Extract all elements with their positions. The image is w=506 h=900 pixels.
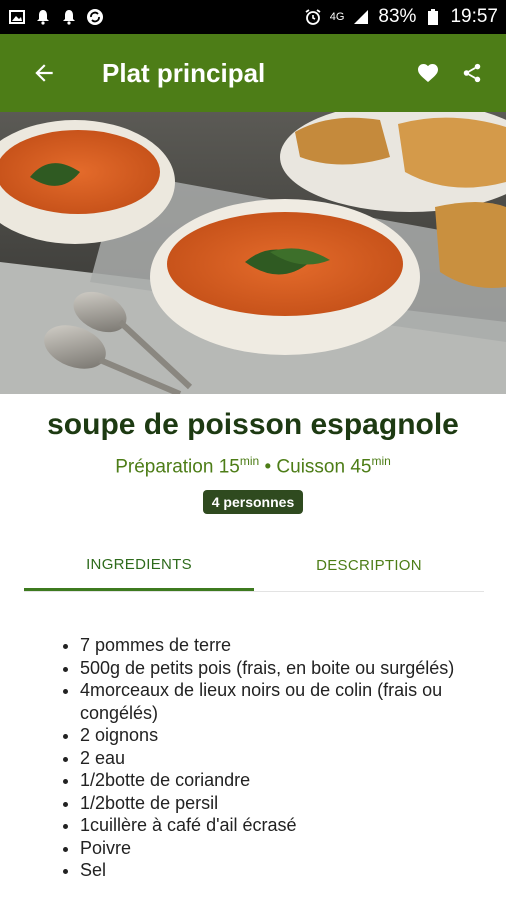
favorite-button[interactable] xyxy=(406,45,450,101)
list-item: 7 pommes de terre xyxy=(80,634,488,657)
prep-time: Préparation 15 xyxy=(115,456,240,478)
battery-percent: 83% xyxy=(378,6,417,27)
cook-unit: min xyxy=(371,454,391,468)
list-item: 1/2botte de coriandre xyxy=(80,769,488,792)
list-item: 1/2botte de persil xyxy=(80,792,488,815)
list-item: 4morceaux de lieux noirs ou de colin (fr… xyxy=(80,679,488,724)
page-title: Plat principal xyxy=(102,57,266,88)
sync-icon xyxy=(86,8,104,26)
network-type: 4G xyxy=(329,11,345,23)
recipe-title: soupe de poisson espagnole xyxy=(47,408,459,441)
list-item: 2 eau xyxy=(80,747,488,770)
list-item: 1cuillère à café d'ail écrasé xyxy=(80,814,488,837)
battery-icon xyxy=(424,8,442,26)
cook-time: Cuisson 45 xyxy=(276,456,372,478)
time-separator: • xyxy=(259,456,277,478)
back-button[interactable] xyxy=(16,45,72,101)
ingredient-list: 7 pommes de terre 500g de petits pois (f… xyxy=(58,634,488,882)
bell-notification-icon-2 xyxy=(60,8,78,26)
tab-description[interactable]: DESCRIPTION xyxy=(254,540,484,591)
share-icon xyxy=(463,63,481,83)
signal-icon xyxy=(352,8,370,26)
alarm-icon xyxy=(304,8,322,26)
recipe-times: Préparation 15min • Cuisson 45min xyxy=(0,454,506,478)
clock: 19:57 xyxy=(450,6,498,27)
bell-notification-icon xyxy=(34,8,52,26)
list-item: 2 oignons xyxy=(80,724,488,747)
share-button[interactable] xyxy=(450,45,494,101)
status-bar: 4G 83% 19:57 xyxy=(0,0,506,34)
heart-icon xyxy=(418,64,438,82)
tab-ingredients[interactable]: INGREDIENTS xyxy=(24,540,254,591)
list-item: Poivre xyxy=(80,837,488,860)
image-notification-icon xyxy=(8,8,26,26)
servings-badge: 4 personnes xyxy=(202,490,304,514)
prep-unit: min xyxy=(239,454,260,468)
list-item: 500g de petits pois (frais, en boite ou … xyxy=(80,657,488,680)
arrow-back-icon xyxy=(35,64,53,82)
recipe-tabs: INGREDIENTS DESCRIPTION xyxy=(24,540,484,592)
list-item: Sel xyxy=(80,859,488,882)
app-bar: Plat principal xyxy=(0,34,506,112)
recipe-photo xyxy=(0,112,506,394)
